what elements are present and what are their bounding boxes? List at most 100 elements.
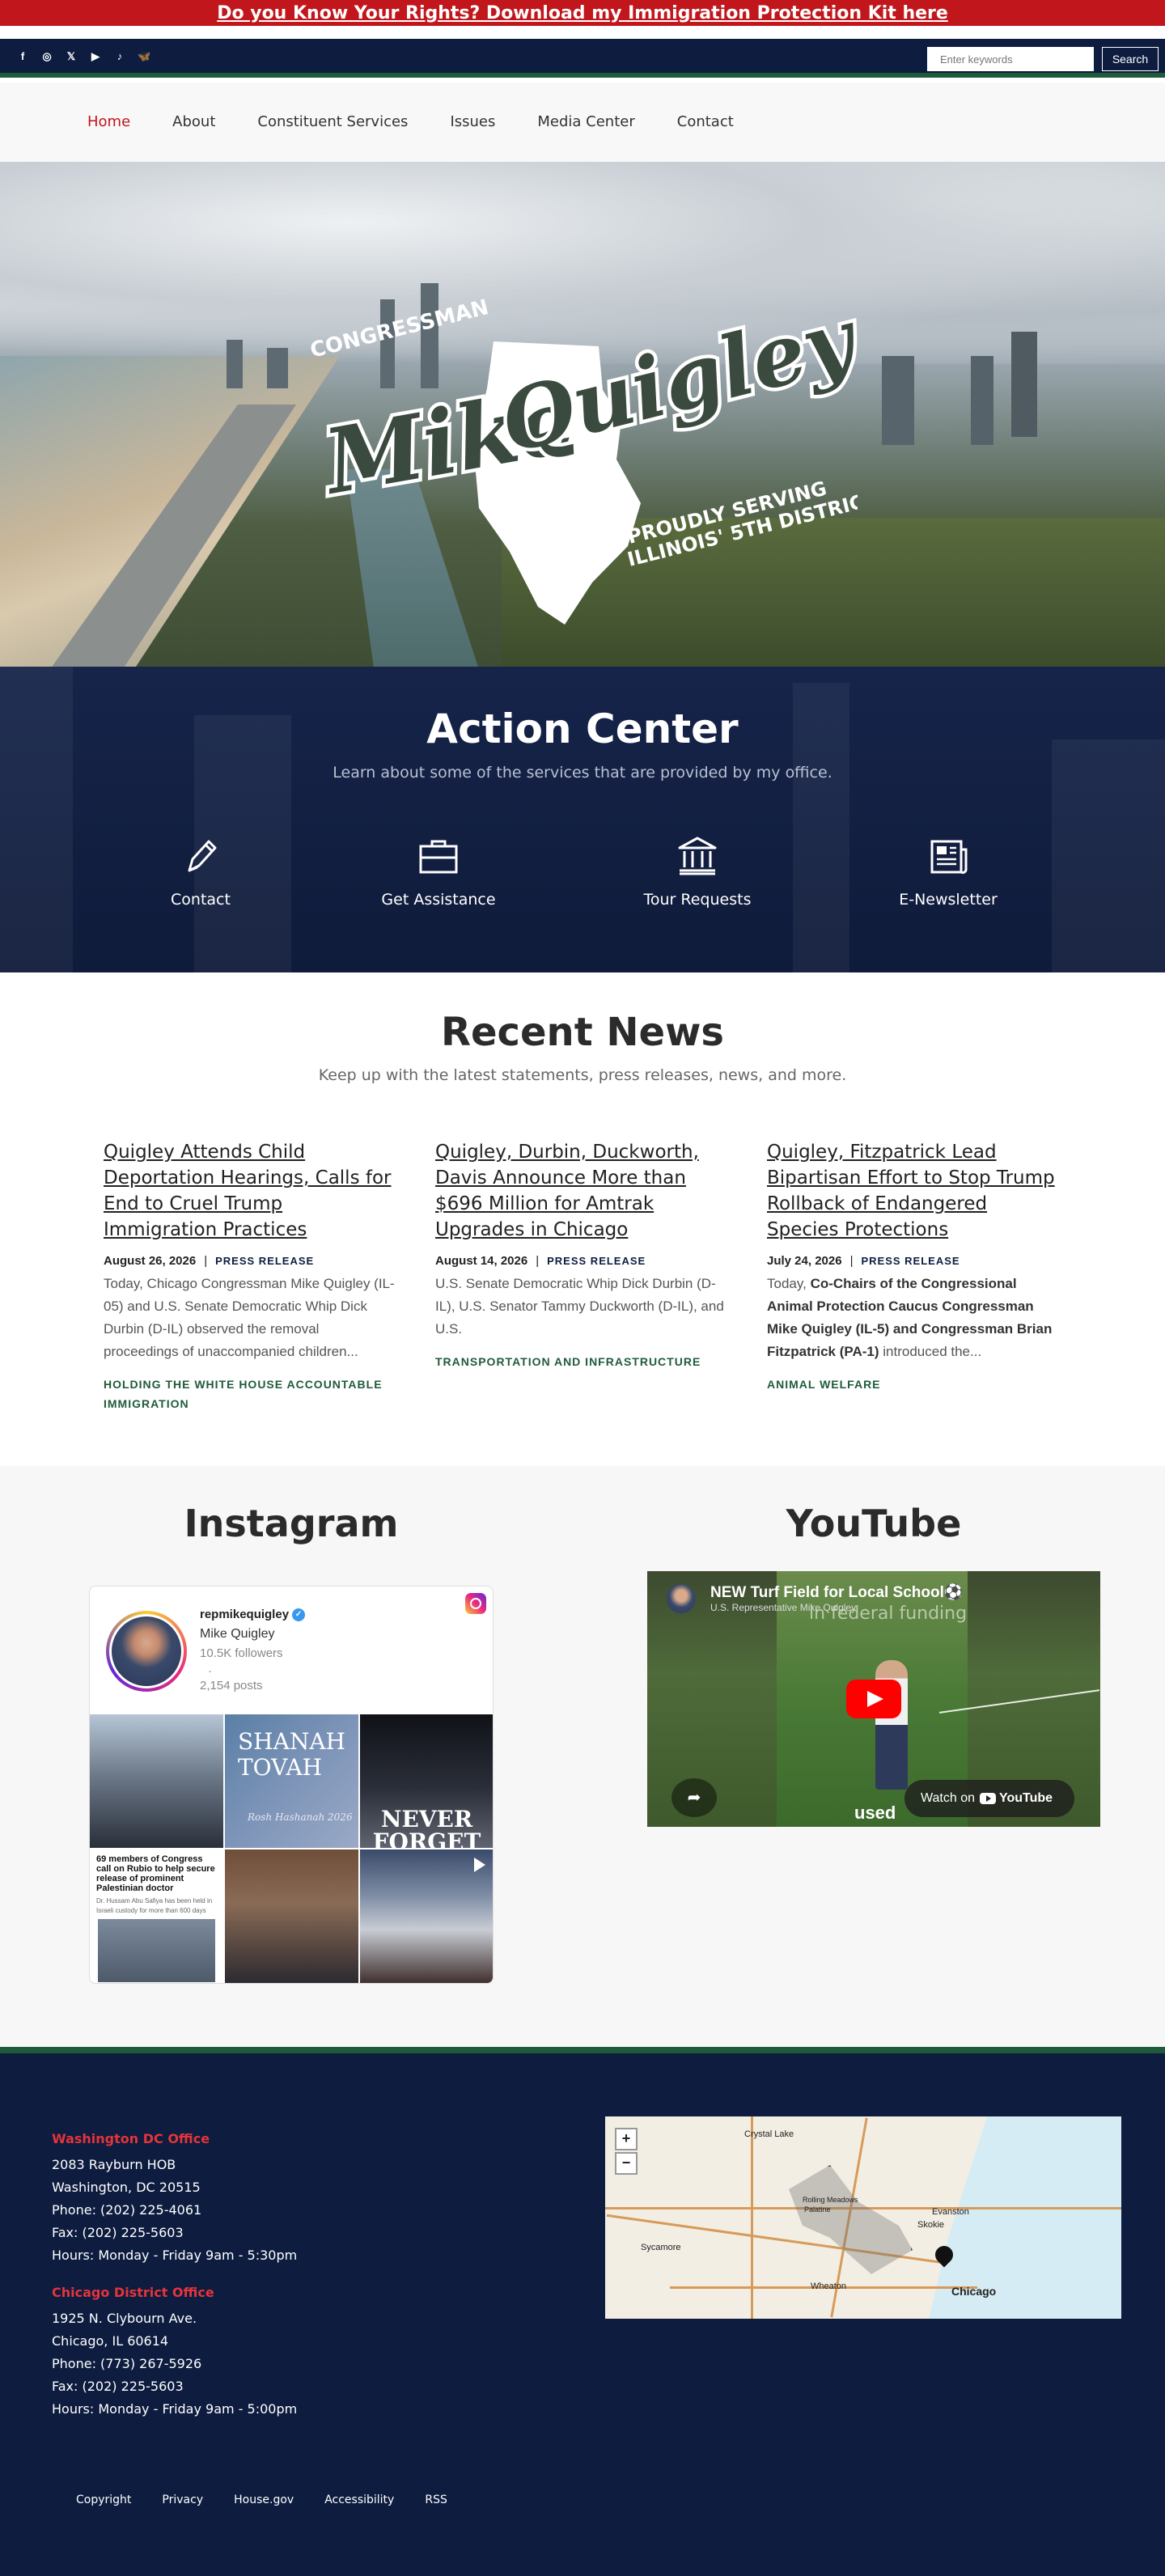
office-line: Fax: (202) 225-5603 bbox=[52, 2225, 184, 2240]
nav-item-about[interactable]: About bbox=[172, 113, 215, 130]
youtube-embed[interactable]: in federal funding NEW Turf Field for Lo… bbox=[647, 1571, 1100, 1827]
action-tile-contact[interactable]: Contact bbox=[120, 833, 282, 909]
action-center-title: Action Center bbox=[426, 705, 739, 752]
map-label: Rolling Meadows bbox=[803, 2196, 858, 2204]
tiktok-icon[interactable]: ♪ bbox=[113, 50, 126, 63]
news-meta: August 14, 2026 | PRESS RELEASE bbox=[435, 1254, 727, 1268]
recent-news-subtitle: Keep up with the latest statements, pres… bbox=[318, 1066, 847, 1084]
bluesky-icon[interactable]: 🦋 bbox=[138, 50, 150, 63]
youtube-icon[interactable]: ▶ bbox=[89, 50, 102, 63]
footer-divider bbox=[0, 2047, 1165, 2053]
news-tag-link[interactable]: IMMIGRATION bbox=[104, 1394, 395, 1413]
nav-item-issues[interactable]: Issues bbox=[450, 113, 495, 130]
newspaper-icon bbox=[930, 840, 968, 875]
news-type[interactable]: PRESS RELEASE bbox=[215, 1255, 314, 1267]
instagram-post[interactable] bbox=[225, 1849, 358, 1983]
news-headline-link[interactable]: Quigley, Fitzpatrick Lead Bipartisan Eff… bbox=[767, 1139, 1058, 1243]
news-tag-link[interactable]: TRANSPORTATION AND INFRASTRUCTURE bbox=[435, 1352, 727, 1371]
footer-links: Copyright Privacy House.gov Accessibilit… bbox=[76, 2493, 447, 2506]
instagram-post[interactable]: NEVER FORGET bbox=[360, 1714, 493, 1848]
news-date: August 26, 2026 bbox=[104, 1254, 197, 1268]
instagram-post[interactable]: SHANAH TOVAH Rosh Hashanah 2026 bbox=[225, 1714, 358, 1848]
search-input[interactable] bbox=[927, 47, 1094, 71]
post-caption: Rosh Hashanah 2026 bbox=[248, 1811, 353, 1823]
instagram-grid: SHANAH TOVAH Rosh Hashanah 2026 NEVER FO… bbox=[90, 1714, 493, 1983]
district-map[interactable]: + − Crystal Lake Evanston Skokie Sycamor… bbox=[605, 2116, 1121, 2319]
footer-link-rss[interactable]: RSS bbox=[425, 2493, 447, 2506]
action-tile-get-assistance[interactable]: Get Assistance bbox=[358, 833, 519, 909]
map-label: Wheaton bbox=[811, 2282, 847, 2291]
post-headline: 69 members of Congress call on Rubio to … bbox=[96, 1854, 215, 1893]
social-feeds: Instagram YouTube repmikequigley ✓ Mike Q… bbox=[0, 1466, 1165, 2047]
video-channel[interactable]: U.S. Representative Mike Quigley bbox=[710, 1602, 856, 1613]
quigley-logo: CONGRESSMAN Mike Quigley PROUDLY SERVING… bbox=[307, 284, 858, 625]
post-title: SHANAH TOVAH bbox=[238, 1728, 345, 1781]
news-headline-link[interactable]: Quigley Attends Child Deportation Hearin… bbox=[104, 1139, 395, 1243]
news-tags: TRANSPORTATION AND INFRASTRUCTURE bbox=[435, 1352, 727, 1371]
news-tag-link[interactable]: ANIMAL WELFARE bbox=[767, 1375, 1058, 1394]
youtube-icon bbox=[980, 1792, 996, 1804]
nav-item-contact[interactable]: Contact bbox=[677, 113, 734, 130]
office-title: Washington DC Office bbox=[52, 2131, 210, 2146]
avatar[interactable] bbox=[106, 1611, 187, 1692]
channel-avatar[interactable] bbox=[667, 1584, 696, 1613]
map-label: Palatine bbox=[804, 2205, 831, 2214]
action-tile-label: Contact bbox=[171, 891, 231, 909]
play-button[interactable] bbox=[846, 1680, 901, 1718]
footer-link-accessibility[interactable]: Accessibility bbox=[324, 2493, 394, 2506]
footer-link-house-gov[interactable]: House.gov bbox=[234, 2493, 294, 2506]
footer-link-privacy[interactable]: Privacy bbox=[162, 2493, 203, 2506]
news-type[interactable]: PRESS RELEASE bbox=[861, 1255, 960, 1267]
logo-last-name: Quigley bbox=[490, 288, 858, 472]
hero-banner: CONGRESSMAN Mike Quigley PROUDLY SERVING… bbox=[0, 162, 1165, 667]
facebook-icon[interactable]: f bbox=[16, 50, 29, 63]
verified-icon: ✓ bbox=[292, 1608, 306, 1622]
x-icon[interactable]: 𝕏 bbox=[65, 50, 78, 63]
footer-link-copyright[interactable]: Copyright bbox=[76, 2493, 131, 2506]
nav-item-media-center[interactable]: Media Center bbox=[537, 113, 634, 130]
instagram-post[interactable] bbox=[90, 1714, 223, 1848]
office-line: Phone: (773) 267-5926 bbox=[52, 2356, 202, 2371]
nav-item-constituent-services[interactable]: Constituent Services bbox=[257, 113, 408, 130]
immigration-kit-link[interactable]: Do you Know Your Rights? Download my Imm… bbox=[217, 3, 948, 23]
meta-separator: | bbox=[204, 1254, 208, 1268]
instagram-post[interactable] bbox=[360, 1849, 493, 1983]
office-line: Hours: Monday - Friday 9am - 5:00pm bbox=[52, 2401, 298, 2417]
instagram-separator: · bbox=[208, 1664, 212, 1678]
utility-bar: f ◎ 𝕏 ▶ ♪ 🦋 Search bbox=[0, 39, 1165, 78]
watch-on-youtube-button[interactable]: Watch on YouTube bbox=[904, 1780, 1074, 1817]
news-card: Quigley Attends Child Deportation Hearin… bbox=[104, 1139, 395, 1413]
instagram-icon[interactable]: ◎ bbox=[40, 50, 53, 63]
recent-news-title: Recent News bbox=[441, 1010, 724, 1055]
pen-icon bbox=[188, 840, 217, 872]
main-nav: Home About Constituent Services Issues M… bbox=[0, 83, 1165, 162]
instagram-icon[interactable] bbox=[465, 1593, 486, 1614]
alert-banner: Do you Know Your Rights? Download my Imm… bbox=[0, 0, 1165, 26]
avatar-photo bbox=[109, 1614, 184, 1688]
news-tags: ANIMAL WELFARE bbox=[767, 1375, 1058, 1394]
action-tile-tour-requests[interactable]: Tour Requests bbox=[616, 833, 778, 909]
action-center: Action Center Learn about some of the se… bbox=[0, 667, 1165, 972]
action-tile-e-newsletter[interactable]: E-Newsletter bbox=[867, 833, 1029, 909]
zoom-out-button[interactable]: − bbox=[615, 2152, 638, 2175]
instagram-embed[interactable]: repmikequigley ✓ Mike Quigley 10.5K follo… bbox=[89, 1586, 494, 1984]
news-summary: Today, Co-Chairs of the Congressional An… bbox=[767, 1273, 1058, 1363]
social-links: f ◎ 𝕏 ▶ ♪ 🦋 bbox=[16, 50, 150, 63]
nav-item-home[interactable]: Home bbox=[87, 113, 130, 130]
news-tag-link[interactable]: HOLDING THE WHITE HOUSE ACCOUNTABLE bbox=[104, 1375, 395, 1394]
action-center-subtitle: Learn about some of the services that ar… bbox=[333, 764, 832, 782]
zoom-in-button[interactable]: + bbox=[615, 2128, 638, 2150]
instagram-handle[interactable]: repmikequigley ✓ bbox=[200, 1608, 306, 1622]
search-button[interactable]: Search bbox=[1102, 47, 1159, 71]
footer: Washington DC Office 2083 Rayburn HOB Wa… bbox=[0, 2053, 1165, 2576]
meta-separator: | bbox=[849, 1254, 854, 1268]
share-icon[interactable]: ➦ bbox=[671, 1778, 717, 1817]
instagram-post[interactable]: 69 members of Congress call on Rubio to … bbox=[90, 1849, 223, 1983]
news-type[interactable]: PRESS RELEASE bbox=[547, 1255, 646, 1267]
logo-congressman-text: CONGRESSMAN bbox=[307, 295, 491, 363]
news-headline-link[interactable]: Quigley, Durbin, Duckworth, Davis Announ… bbox=[435, 1139, 727, 1243]
video-caption: used bbox=[854, 1803, 896, 1823]
video-icon bbox=[474, 1858, 485, 1872]
office-line: Hours: Monday - Friday 9am - 5:30pm bbox=[52, 2248, 298, 2263]
video-title[interactable]: NEW Turf Field for Local School⚽ bbox=[710, 1582, 964, 1602]
